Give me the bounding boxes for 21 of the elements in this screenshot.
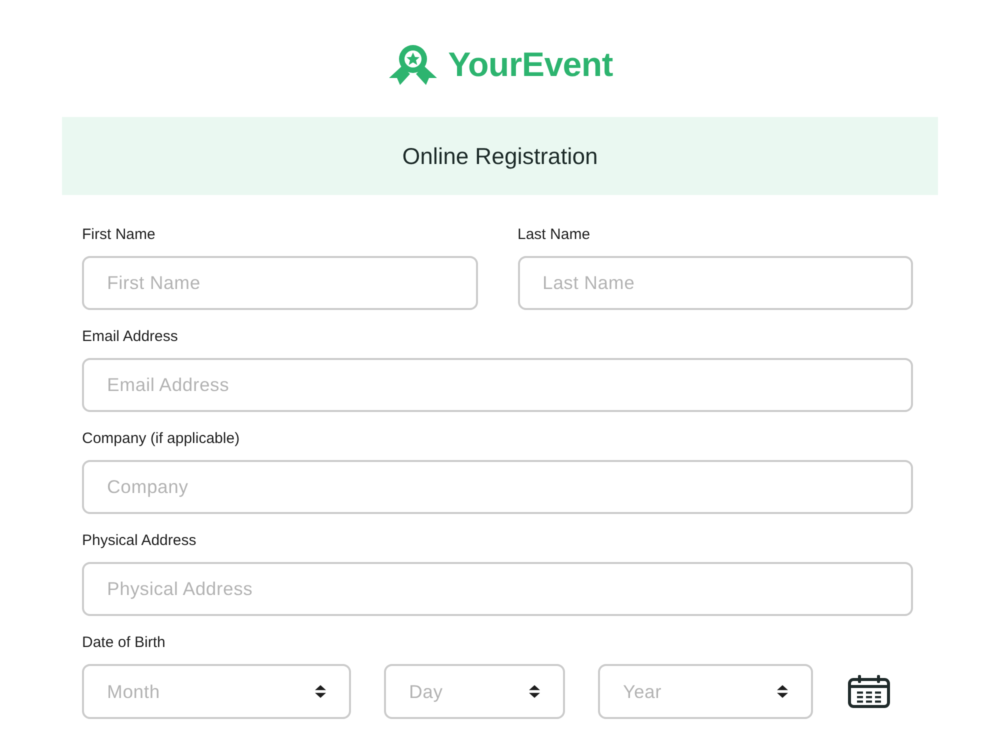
field-label: Date of Birth [82, 634, 166, 652]
up-down-caret-icon [315, 685, 326, 698]
rosette-star-icon [387, 45, 440, 85]
text-input-field[interactable]: Last Name [518, 256, 913, 310]
text-input-field[interactable]: First Name [82, 256, 478, 310]
up-down-caret-icon [529, 685, 540, 698]
dropdown-select[interactable]: Day [384, 664, 565, 719]
dropdown-select[interactable]: Year [598, 664, 813, 719]
field-label: Email Address [82, 328, 178, 346]
field-label: Physical Address [82, 532, 196, 550]
form-title: Online Registration [402, 142, 598, 170]
field-label: First Name [82, 226, 156, 244]
logo-text: YourEvent [448, 45, 613, 85]
calendar-icon[interactable] [848, 675, 890, 708]
dropdown-select[interactable]: Month [82, 664, 351, 719]
text-input-field[interactable]: Physical Address [82, 562, 913, 616]
field-label: Company (if applicable) [82, 430, 240, 448]
field-label: Last Name [518, 226, 590, 244]
text-input-field[interactable]: Company [82, 460, 913, 514]
text-input-field[interactable]: Email Address [82, 358, 913, 412]
up-down-caret-icon [777, 685, 788, 698]
